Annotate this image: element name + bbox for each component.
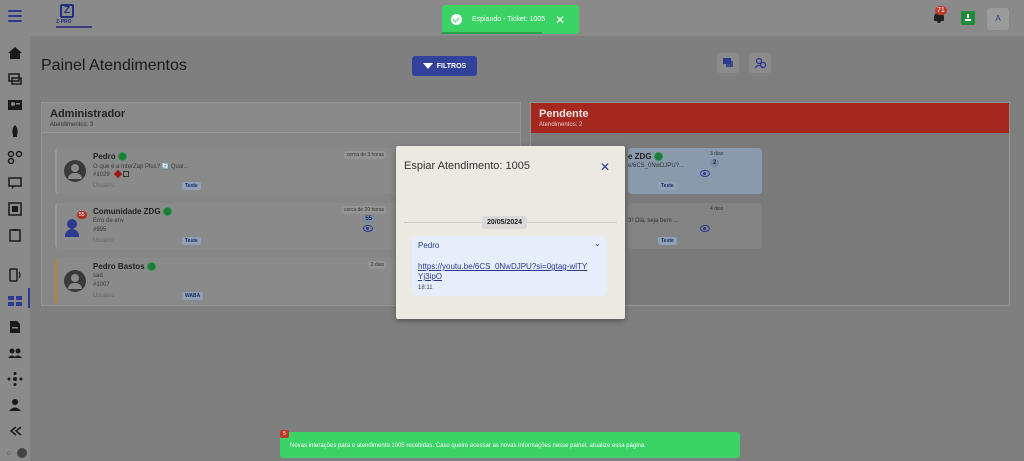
panel-icon[interactable] xyxy=(7,202,23,216)
user-avatar-button[interactable]: A xyxy=(987,8,1009,30)
unread-badge: 55 xyxy=(77,211,87,219)
column-header: Administrador Atendimentos: 3 xyxy=(42,103,520,133)
message-bubble: Pedro ⌄ https://youtu.be/6CS_0NwDJPU?si=… xyxy=(412,236,607,296)
close-icon[interactable]: ✕ xyxy=(555,13,565,27)
check-circle-icon xyxy=(451,14,462,25)
message-link[interactable]: https://youtu.be/6CS_0NwDJPU?si=0gtag-wl… xyxy=(418,262,588,282)
ticket-time: 4 dias xyxy=(710,206,724,212)
group-avatar xyxy=(65,217,87,239)
app-logo: Z Z-PRO xyxy=(56,4,96,30)
rocket-icon[interactable] xyxy=(7,124,23,138)
whatsapp-icon xyxy=(117,152,127,161)
whatsapp-icon xyxy=(162,207,172,216)
notification-badge: 71 xyxy=(935,6,947,15)
chat-view-icon[interactable] xyxy=(717,53,739,73)
theme-toggle[interactable]: ☼ xyxy=(5,448,27,458)
ticket-time: cerca de 3 horas xyxy=(343,151,387,159)
message-time: 18:11 xyxy=(418,285,433,291)
users-icon[interactable] xyxy=(7,346,23,360)
page-title: Painel Atendimentos xyxy=(41,57,187,74)
menu-icon[interactable] xyxy=(8,10,22,22)
filter-icon xyxy=(422,63,433,69)
success-toast: Espiando - Ticket: 1005 ✕ xyxy=(442,5,579,34)
dashboard-icon[interactable] xyxy=(7,294,23,308)
message-count-badge: 2 xyxy=(710,159,720,167)
ticket-card[interactable]: e ZDG e/6CS_0NwDJPU?... Teste 3 dias 2 xyxy=(628,148,762,194)
support-agent-icon[interactable] xyxy=(7,398,23,412)
sun-icon: ☼ xyxy=(5,448,13,457)
queue-tag: Teste xyxy=(182,182,201,190)
whatsapp-icon xyxy=(146,262,156,271)
modal-title: Espiar Atendimento: 1005 xyxy=(404,160,530,172)
column-header: Pendente Atendimentos: 2 xyxy=(531,103,1009,133)
user-filter-icon[interactable] xyxy=(749,53,771,73)
report-icon[interactable] xyxy=(7,320,23,334)
toast-progress xyxy=(442,32,542,34)
avatar xyxy=(64,160,86,182)
tag-icon xyxy=(113,169,123,179)
queue-tag: Teste xyxy=(182,237,201,245)
clipboard-icon[interactable] xyxy=(7,228,23,242)
sidebar xyxy=(0,36,30,461)
message-count-badge: 55 xyxy=(362,215,375,223)
toast-count-badge: 5 xyxy=(280,430,289,438)
ticket-card[interactable]: 3! Olá, seja bem ... Teste 4 dias xyxy=(628,203,762,249)
contacts-icon[interactable] xyxy=(7,98,23,112)
flow-icon[interactable] xyxy=(7,150,23,165)
queue-tag: Teste xyxy=(658,182,677,190)
ticket-time: cerca de 20 horas xyxy=(340,206,387,214)
spy-ticket-modal: Espiar Atendimento: 1005 ✕ 20/05/2024 Pe… xyxy=(396,146,625,319)
eye-icon[interactable] xyxy=(363,225,373,232)
ticket-time: 3 dias xyxy=(710,151,724,157)
sidebar-active-indicator xyxy=(28,288,30,308)
date-separator: 20/05/2024 xyxy=(482,216,528,229)
queue-tag: WABA xyxy=(182,292,204,300)
eye-icon[interactable] xyxy=(700,170,710,177)
chevron-down-icon[interactable]: ⌄ xyxy=(594,239,601,248)
collapse-icon[interactable] xyxy=(7,424,23,438)
filter-button[interactable]: FILTROS xyxy=(412,56,477,76)
label-icon xyxy=(123,171,129,177)
network-icon[interactable] xyxy=(7,372,23,386)
close-icon[interactable]: ✕ xyxy=(600,160,610,174)
home-icon[interactable] xyxy=(7,46,23,60)
queue-tag: Teste xyxy=(658,237,677,245)
whatsapp-icon xyxy=(653,152,663,161)
new-interactions-toast[interactable]: 5 Novas interações para o atendimento 10… xyxy=(280,430,740,458)
messages-icon[interactable] xyxy=(7,176,23,190)
message-sender: Pedro xyxy=(418,241,440,250)
avatar xyxy=(64,270,86,292)
chat-icon[interactable] xyxy=(7,72,23,86)
eye-icon[interactable] xyxy=(700,225,710,232)
phone-connection-icon[interactable] xyxy=(7,268,23,282)
download-icon[interactable] xyxy=(961,11,975,25)
ticket-time: 2 dias xyxy=(367,261,387,269)
